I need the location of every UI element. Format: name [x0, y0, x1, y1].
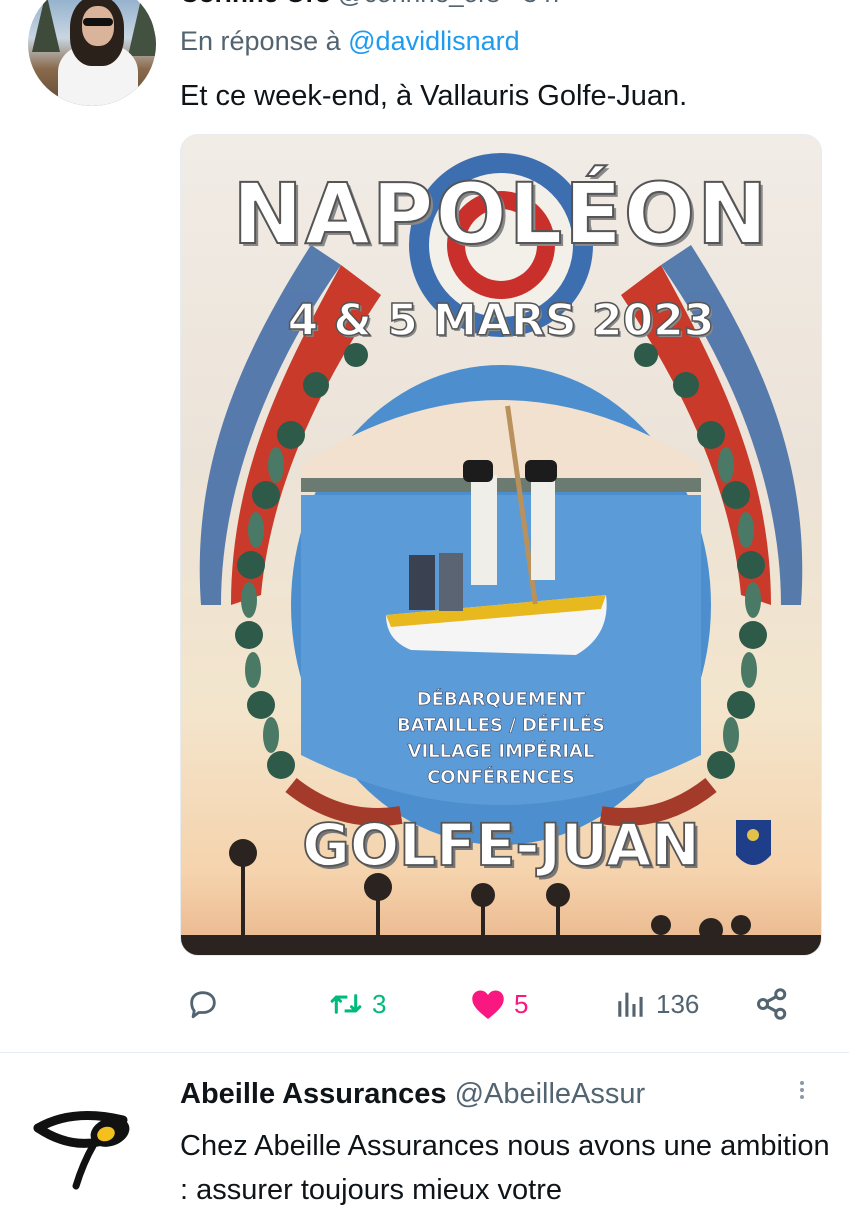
author-name[interactable]: Abeille Assurances: [180, 1078, 447, 1110]
tweet-text: Chez Abeille Assurances nous avons une a…: [180, 1130, 830, 1206]
tweet-divider: [0, 1052, 849, 1053]
tweet-author[interactable]: Abeille Assurances @AbeilleAssur: [180, 1078, 645, 1111]
reply-prefix: En réponse à: [180, 26, 341, 56]
share-icon: [757, 988, 787, 1020]
poster-place: GOLFE-JUAN: [301, 810, 700, 880]
poster-title: NAPOLÉON: [232, 164, 770, 264]
avatar-tree: [128, 0, 156, 56]
tweet-action-bar: 3 5 136: [180, 978, 800, 1030]
poster-event: VILLAGE IMPÉRIAL: [407, 741, 595, 763]
views-button[interactable]: 136: [614, 978, 699, 1030]
heart-icon: [472, 990, 504, 1019]
author-name[interactable]: Corinne Ors: [180, 0, 330, 8]
retweet-icon: [330, 994, 362, 1014]
like-button[interactable]: 5: [470, 978, 528, 1030]
like-count: 5: [514, 988, 529, 1019]
poster-event: BATAILLES / DÉFILÉS: [396, 715, 606, 737]
poster-event: DÉBARQUEMENT: [416, 689, 586, 711]
share-button[interactable]: [754, 978, 790, 1030]
author-handle[interactable]: @corinne_ors · 3 h: [337, 0, 559, 8]
poster-events: DÉBARQUEMENT BATAILLES / DÉFILÉS VILLAGE…: [351, 687, 651, 791]
tweet-media-poster[interactable]: NAPOLÉON 4 & 5 MARS 2023 DÉBARQUEMENT BA…: [180, 134, 822, 956]
author-handle[interactable]: @AbeilleAssur: [455, 1078, 646, 1110]
avatar-glasses: [83, 18, 113, 26]
tweet-text: Et ce week-end, à Vallauris Golfe-Juan.: [180, 80, 688, 112]
more-options-icon[interactable]: [790, 0, 816, 8]
reply-context: En réponse à @davidlisnard: [180, 26, 520, 57]
reply-mention-link[interactable]: @davidlisnard: [348, 26, 520, 56]
retweet-count: 3: [372, 988, 387, 1019]
retweet-button[interactable]: 3: [328, 978, 386, 1030]
avatar-face: [82, 6, 114, 46]
reply-button[interactable]: [186, 978, 220, 1030]
more-options-icon[interactable]: [795, 1078, 809, 1114]
poster-event: CONFÉRENCES: [427, 767, 575, 789]
avatar-tree: [32, 0, 60, 52]
tweet-author[interactable]: Corinne Ors @corinne_ors · 3 h: [180, 0, 559, 9]
reply-icon: [190, 991, 216, 1019]
avatar-abeille-bee-logo[interactable]: [28, 1098, 148, 1198]
bee-icon: [33, 1111, 130, 1190]
avatar-corinne[interactable]: [28, 0, 156, 106]
poster-date: 4 & 5 MARS 2023: [287, 294, 715, 347]
views-icon: [618, 992, 643, 1017]
views-count: 136: [656, 988, 700, 1019]
